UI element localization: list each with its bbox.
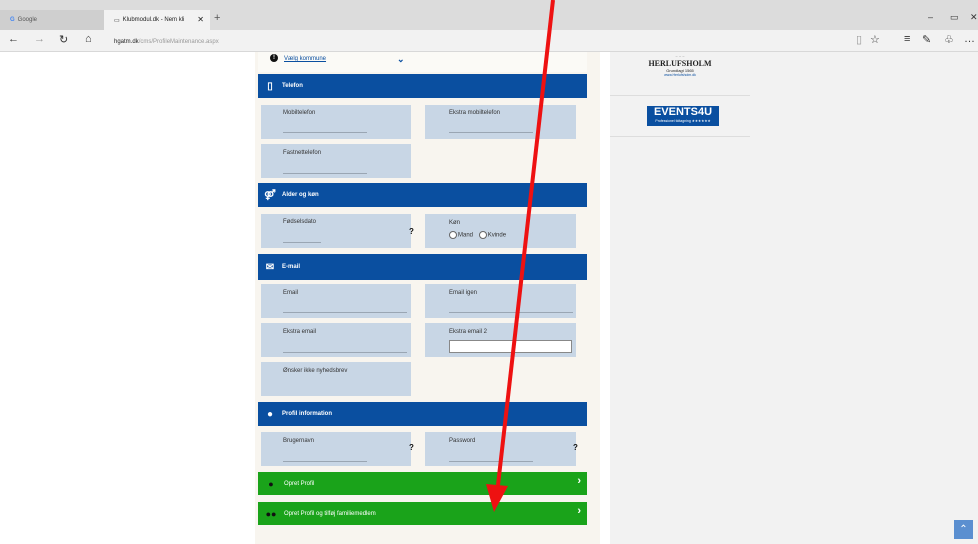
annotation-arrow [486,0,555,512]
